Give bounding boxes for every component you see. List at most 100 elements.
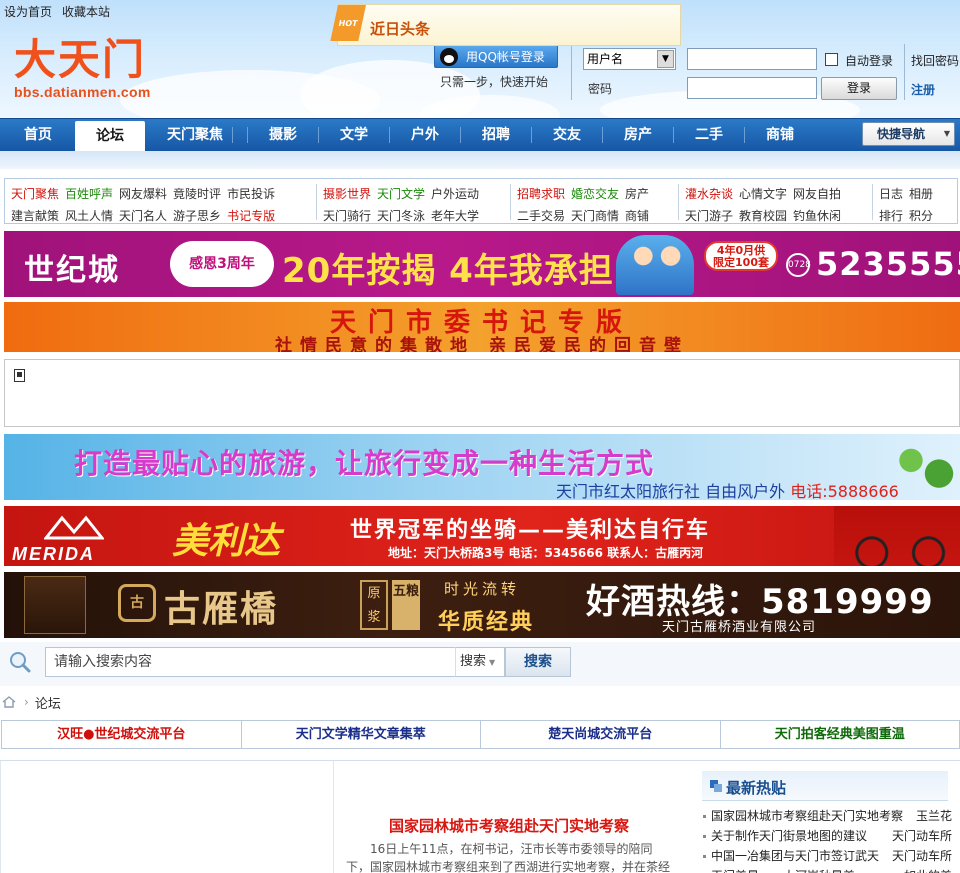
- logo-url: bbs.datianmen.com: [14, 84, 151, 100]
- category-link[interactable]: 婚恋交友: [571, 187, 619, 201]
- set-homepage-link[interactable]: 设为首页: [4, 5, 52, 19]
- category-link[interactable]: 书记专版: [227, 209, 275, 223]
- password-input[interactable]: [687, 77, 817, 99]
- category-link[interactable]: 摄影世界: [323, 187, 371, 201]
- category-link[interactable]: 竟陵时评: [173, 187, 221, 201]
- category-link[interactable]: 积分: [909, 209, 933, 223]
- hot-post-item[interactable]: 中国一冶集团与天门市签订武天 天门动车所: [702, 846, 958, 866]
- category-link[interactable]: 建言献策: [11, 209, 59, 223]
- category-link[interactable]: 教育校园: [739, 209, 787, 223]
- category-link[interactable]: 房产: [625, 187, 649, 201]
- category-link[interactable]: 日志: [879, 187, 903, 201]
- hot-posts-title: 最新热贴: [726, 779, 787, 797]
- search-type-select[interactable]: 搜索 ▼: [455, 647, 505, 677]
- bookmark-link[interactable]: 收藏本站: [62, 5, 110, 19]
- register-link[interactable]: 注册: [911, 81, 935, 98]
- nav-item-shops[interactable]: 商铺: [745, 119, 815, 151]
- category-link[interactable]: 天门骑行: [323, 209, 371, 223]
- featured-link-tab[interactable]: 天门拍客经典美图重温: [719, 720, 960, 749]
- hot-post-title[interactable]: 天门美景……大河岸秋景美: [711, 869, 855, 873]
- category-group: 招聘求职 婚恋交友 房产二手交易 天门商情 商铺: [517, 179, 655, 223]
- category-link[interactable]: 游子思乡: [173, 209, 221, 223]
- username-input[interactable]: [687, 48, 817, 70]
- category-link[interactable]: 户外运动: [431, 187, 479, 201]
- category-link[interactable]: 天门名人: [119, 209, 167, 223]
- category-separator: [678, 184, 679, 220]
- search-button[interactable]: 搜索: [505, 647, 571, 677]
- category-link[interactable]: 灌水杂谈: [685, 187, 733, 201]
- category-link[interactable]: 百姓呼声: [65, 187, 113, 201]
- hot-post-author[interactable]: 天门动车所: [887, 826, 952, 846]
- ad-placeholder[interactable]: [4, 359, 960, 427]
- nav-item-dating[interactable]: 交友: [532, 119, 602, 151]
- category-link[interactable]: 老年大学: [431, 209, 479, 223]
- auto-login-checkbox[interactable]: [825, 53, 838, 66]
- nav-item-focus[interactable]: 天门聚焦: [150, 119, 240, 151]
- category-link[interactable]: 市民投诉: [227, 187, 275, 201]
- nav-item-literature[interactable]: 文学: [319, 119, 389, 151]
- banner-shijicheng[interactable]: 世纪城 感恩3周年 20年按揭 4年我承担 4年0月供 限定100套 0728 …: [4, 231, 960, 297]
- nav-item-outdoor[interactable]: 户外: [390, 119, 460, 151]
- featured-link-tab[interactable]: 汉旺●世纪城交流平台: [1, 720, 241, 749]
- hot-post-author[interactable]: 如此的美: [899, 866, 952, 873]
- category-link[interactable]: 天门文学: [377, 187, 425, 201]
- category-band: [0, 151, 960, 169]
- hot-post-author[interactable]: 玉兰花: [911, 806, 952, 826]
- category-link[interactable]: 排行: [879, 209, 903, 223]
- login-type-select[interactable]: 用户名 ▼: [583, 48, 676, 70]
- headline-title[interactable]: 国家园林城市考察组赴天门实地考察: [337, 815, 681, 836]
- category-link[interactable]: 二手交易: [517, 209, 565, 223]
- nav-item-realestate[interactable]: 房产: [603, 119, 673, 151]
- search-type-value: 搜索: [460, 654, 487, 669]
- banner-logo: 世纪城: [24, 253, 120, 288]
- category-link[interactable]: 天门游子: [685, 209, 733, 223]
- hot-post-item[interactable]: 关于制作天门街景地图的建议 天门动车所: [702, 826, 958, 846]
- hot-post-item[interactable]: 国家园林城市考察组赴天门实地考察 玉兰花: [702, 806, 958, 826]
- qq-login-button[interactable]: 用QQ帐号登录: [434, 45, 558, 68]
- hot-tag: HOT: [330, 5, 366, 41]
- banner-secretary[interactable]: 天门市委书记专版 社情民意的集散地 亲民爱民的回音壁: [4, 302, 960, 352]
- nav-item-forum[interactable]: 论坛: [75, 121, 145, 152]
- category-link[interactable]: 心情文字: [739, 187, 787, 201]
- breadcrumb-current[interactable]: 论坛: [35, 693, 61, 712]
- home-icon[interactable]: [2, 696, 16, 708]
- hot-post-author[interactable]: 天门动车所: [887, 846, 952, 866]
- category-link[interactable]: 网友爆料: [119, 187, 167, 201]
- category-link[interactable]: 招聘求职: [517, 187, 565, 201]
- banner-guyanqiao[interactable]: 古 古雁橋 原浆 五粮 时光流转 华质经典 好酒热线：5819999 天门古雁桥…: [4, 572, 960, 638]
- nav-item-photo[interactable]: 摄影: [248, 119, 318, 151]
- nav-item-jobs[interactable]: 招聘: [461, 119, 531, 151]
- category-link[interactable]: 天门聚焦: [11, 187, 59, 201]
- forgot-password-link[interactable]: 找回密码: [911, 52, 959, 69]
- hot-post-title[interactable]: 国家园林城市考察组赴天门实地考察: [711, 809, 903, 823]
- qq-login-hint: 只需一步，快速开始: [440, 75, 549, 89]
- category-link[interactable]: 钓鱼休闲: [793, 209, 841, 223]
- banner-offer: 4年0月供 限定100套: [704, 241, 778, 271]
- featured-link-tab[interactable]: 天门文学精华文章集萃: [240, 720, 480, 749]
- hot-post-item[interactable]: 天门美景……大河岸秋景美 如此的美: [702, 866, 958, 873]
- banner-tag: 原浆: [360, 580, 388, 630]
- featured-link-tab[interactable]: 楚天尚城交流平台: [480, 720, 720, 749]
- category-link[interactable]: 天门冬泳: [377, 209, 425, 223]
- nav-item-home[interactable]: 首页: [4, 119, 72, 151]
- logo-title: 大天门: [14, 35, 147, 84]
- site-logo[interactable]: 大天门 bbs.datianmen.com: [14, 35, 151, 101]
- category-link[interactable]: 天门商情: [571, 209, 619, 223]
- hot-post-title[interactable]: 中国一冶集团与天门市签订武天: [711, 849, 879, 863]
- merida-logo-icon: [44, 515, 104, 540]
- category-link[interactable]: 商铺: [625, 209, 649, 223]
- category-link[interactable]: 网友自拍: [793, 187, 841, 201]
- banner-travel[interactable]: 打造最贴心的旅游，让旅行变成一种生活方式 天门市红太阳旅行社 自由风户外 电话:…: [4, 434, 960, 500]
- banner-merida[interactable]: MERIDA 美利达 世界冠军的坐骑——美利达自行车 地址：天门大桥路3号 电话…: [4, 506, 960, 566]
- category-row: 日志 相册: [879, 183, 939, 205]
- nav-item-secondhand[interactable]: 二手: [674, 119, 744, 151]
- quick-nav-button[interactable]: 快捷导航 ▼: [862, 122, 955, 146]
- category-link[interactable]: 相册: [909, 187, 933, 201]
- hot-post-title[interactable]: 关于制作天门街景地图的建议: [711, 829, 867, 843]
- category-group: 日志 相册 排行 积分: [879, 179, 939, 223]
- category-strip: 天门聚焦 百姓呼声 网友爆料 竟陵时评 市民投诉建言献策 风土人情 天门名人 游子思乡 书记专版…: [0, 151, 960, 227]
- category-link[interactable]: 风土人情: [65, 209, 113, 223]
- login-button[interactable]: 登录: [821, 77, 897, 100]
- top-links: 设为首页 收藏本站: [4, 3, 120, 20]
- search-input[interactable]: 请输入搜索内容: [45, 647, 455, 677]
